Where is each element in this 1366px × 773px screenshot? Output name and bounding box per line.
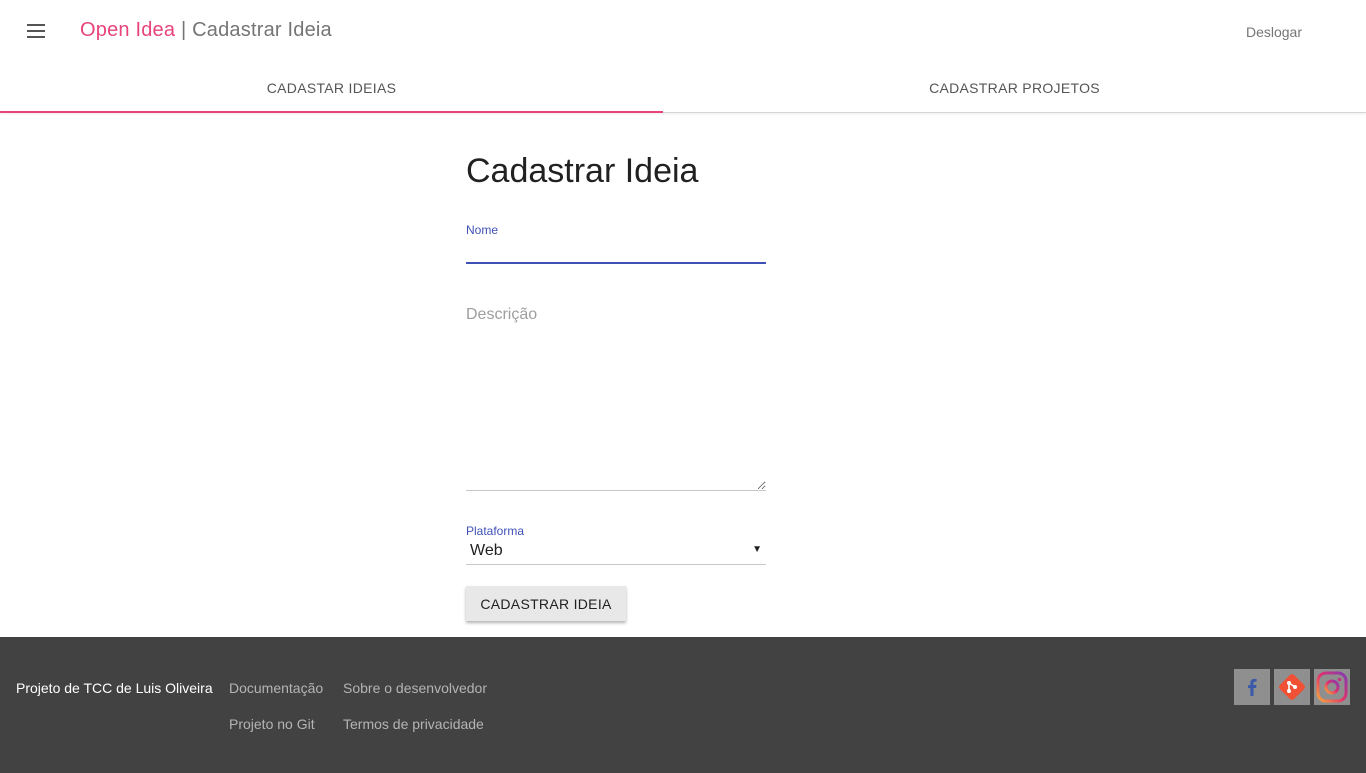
description-textarea[interactable] bbox=[466, 306, 766, 491]
title-separator: | bbox=[175, 19, 193, 41]
tab-cadastrar-ideias[interactable]: CADASTAR IDEIAS bbox=[0, 64, 663, 112]
menu-icon[interactable] bbox=[24, 22, 48, 42]
tab-bar: CADASTAR IDEIAS CADASTRAR PROJETOS bbox=[0, 64, 1366, 113]
name-label: Nome bbox=[466, 223, 499, 237]
footer-link-termos[interactable]: Termos de privacidade bbox=[343, 716, 484, 732]
facebook-icon[interactable] bbox=[1234, 669, 1270, 705]
dropdown-arrow-icon: ▼ bbox=[752, 544, 762, 555]
footer-link-documentacao[interactable]: Documentação bbox=[229, 680, 323, 696]
footer-credit: Projeto de TCC de Luis Oliveira bbox=[16, 680, 213, 696]
git-icon[interactable] bbox=[1274, 669, 1310, 705]
platform-label: Plataforma bbox=[466, 524, 525, 538]
page-title-text: Cadastrar Ideia bbox=[192, 19, 332, 41]
brand-name: Open Idea bbox=[80, 19, 176, 41]
name-input[interactable] bbox=[466, 240, 766, 264]
tab-cadastrar-projetos[interactable]: CADASTRAR PROJETOS bbox=[663, 64, 1366, 112]
page-title: Open Idea | Cadastrar Ideia bbox=[80, 19, 332, 42]
footer-link-sobre[interactable]: Sobre o desenvolvedor bbox=[343, 680, 487, 696]
submit-idea-button[interactable]: CADASTRAR IDEIA bbox=[466, 586, 626, 621]
platform-select[interactable]: Web ▼ bbox=[466, 540, 766, 565]
footer-link-git[interactable]: Projeto no Git bbox=[229, 716, 315, 732]
footer: Projeto de TCC de Luis Oliveira Document… bbox=[0, 637, 1366, 773]
logout-button[interactable]: Deslogar bbox=[1246, 24, 1302, 40]
active-tab-indicator bbox=[0, 111, 663, 113]
app-header: Open Idea | Cadastrar Ideia Deslogar bbox=[0, 0, 1366, 64]
instagram-icon[interactable] bbox=[1314, 669, 1350, 705]
platform-selected-value: Web bbox=[470, 542, 503, 559]
form-title: Cadastrar Ideia bbox=[466, 152, 699, 190]
